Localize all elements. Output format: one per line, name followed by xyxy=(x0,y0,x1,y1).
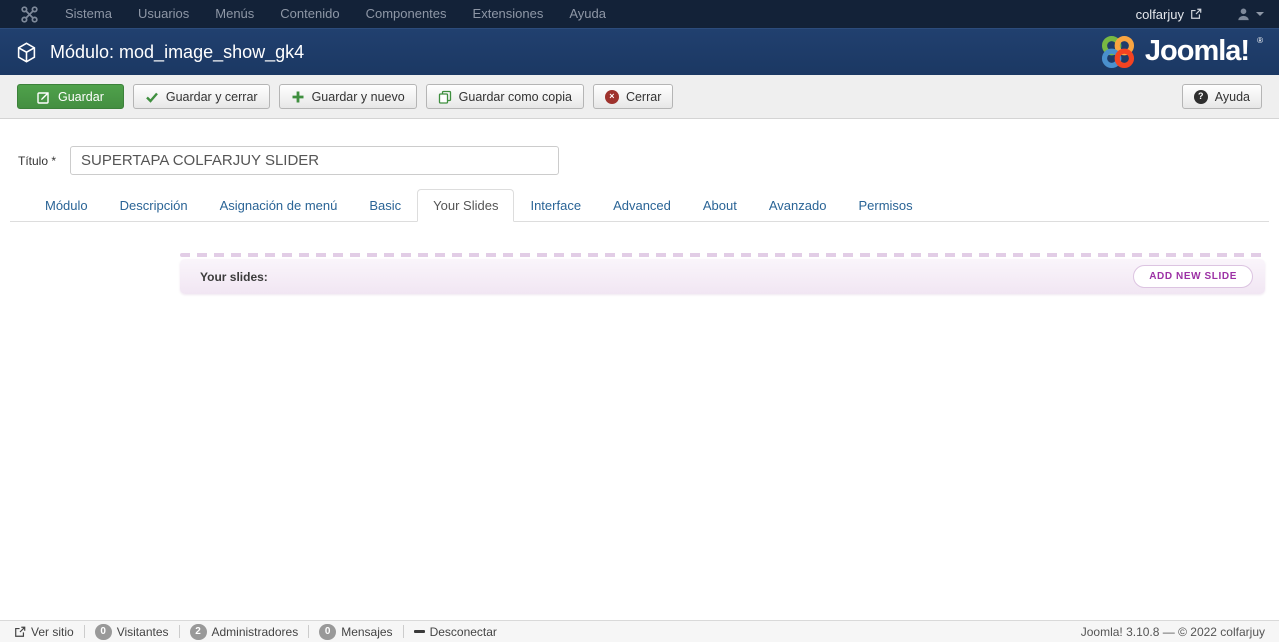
menu-item-componentes[interactable]: Componentes xyxy=(353,0,460,28)
logout-label: Desconectar xyxy=(429,624,497,639)
tab-permisos[interactable]: Permisos xyxy=(842,189,928,222)
tab-modulo[interactable]: Módulo xyxy=(29,189,104,222)
menu-item-menus[interactable]: Menús xyxy=(202,0,267,28)
joomla-mark-icon[interactable] xyxy=(21,5,38,23)
title-input[interactable] xyxy=(70,146,559,175)
save-close-button[interactable]: Guardar y cerrar xyxy=(132,84,270,109)
module-cube-icon xyxy=(17,41,36,63)
power-off-icon xyxy=(413,630,425,633)
slides-container: Your slides: ADD NEW SLIDE xyxy=(180,253,1265,294)
visitors-status: 0 Visitantes xyxy=(94,623,169,640)
admin-top-navbar: Sistema Usuarios Menús Contenido Compone… xyxy=(0,0,1279,28)
view-site-link[interactable]: colfarjuy xyxy=(1136,7,1202,22)
admins-label: Administradores xyxy=(211,624,299,639)
save-new-button-label: Guardar y nuevo xyxy=(311,89,405,104)
slides-panel-title: Your slides: xyxy=(200,269,268,284)
save-button[interactable]: Guardar xyxy=(17,84,124,109)
messages-label: Mensajes xyxy=(341,624,393,639)
slides-panel-header: Your slides: ADD NEW SLIDE xyxy=(180,259,1265,294)
divider xyxy=(83,625,85,638)
external-link-icon xyxy=(15,626,26,637)
view-site-footer-link[interactable]: Ver sitio xyxy=(14,625,74,639)
external-link-icon xyxy=(1191,8,1202,19)
admins-count-badge: 2 xyxy=(189,623,207,640)
add-new-slide-button[interactable]: ADD NEW SLIDE xyxy=(1133,265,1253,288)
joomla-logo-icon xyxy=(1101,35,1134,69)
version-copyright: Joomla! 3.10.8 — © 2022 colfarjuy xyxy=(1080,624,1265,639)
title-field-row: Título * xyxy=(0,119,1279,175)
tab-descripcion[interactable]: Descripción xyxy=(104,189,204,222)
close-circle-icon: × xyxy=(604,89,619,104)
tab-your-slides[interactable]: Your Slides xyxy=(417,189,515,222)
tab-advanced[interactable]: Advanced xyxy=(597,189,687,222)
messages-status: 0 Mensajes xyxy=(319,623,393,640)
check-icon xyxy=(146,92,158,103)
close-button[interactable]: × Cerrar xyxy=(592,84,674,109)
top-menu: Sistema Usuarios Menús Contenido Compone… xyxy=(52,0,619,28)
site-name-label: colfarjuy xyxy=(1135,6,1184,22)
joomla-logo-text: Joomla! xyxy=(1144,35,1250,67)
help-button-label: Ayuda xyxy=(1214,89,1250,104)
joomla-logo: Joomla! ® xyxy=(1099,33,1263,71)
dashed-drop-border xyxy=(180,253,1265,257)
title-label: Título * xyxy=(18,153,57,168)
main-content: Título * Módulo Descripción Asignación d… xyxy=(0,119,1279,294)
page-header: Módulo: mod_image_show_gk4 Joomla! ® xyxy=(0,28,1279,75)
view-site-label: Ver sitio xyxy=(31,624,74,639)
edit-icon xyxy=(37,91,49,104)
user-menu[interactable] xyxy=(1236,7,1264,22)
divider xyxy=(308,625,310,638)
admins-status: 2 Administradores xyxy=(189,623,299,640)
tab-about[interactable]: About xyxy=(687,189,753,222)
messages-count-badge: 0 xyxy=(319,623,337,640)
user-icon xyxy=(1238,8,1249,20)
visitors-label: Visitantes xyxy=(116,624,169,639)
menu-item-sistema[interactable]: Sistema xyxy=(52,0,125,28)
logout-link[interactable]: Desconectar xyxy=(413,624,497,639)
menu-item-ayuda[interactable]: Ayuda xyxy=(556,0,619,28)
tab-basic[interactable]: Basic xyxy=(353,189,417,222)
divider xyxy=(402,625,404,638)
menu-item-extensiones[interactable]: Extensiones xyxy=(460,0,557,28)
tab-asignacion-de-menu[interactable]: Asignación de menú xyxy=(204,189,354,222)
tab-bar: Módulo Descripción Asignación de menú Ba… xyxy=(10,189,1269,222)
registered-mark: ® xyxy=(1257,36,1263,45)
copy-icon xyxy=(438,90,451,104)
save-new-button[interactable]: Guardar y nuevo xyxy=(278,84,417,109)
page-title: Módulo: mod_image_show_gk4 xyxy=(50,41,305,62)
tab-avanzado[interactable]: Avanzado xyxy=(753,189,843,222)
visitors-count-badge: 0 xyxy=(94,623,112,640)
status-bar: Ver sitio 0 Visitantes 2 Administradores… xyxy=(0,620,1279,642)
caret-down-icon xyxy=(1256,12,1264,16)
tab-interface[interactable]: Interface xyxy=(514,189,597,222)
plus-icon xyxy=(292,91,304,102)
save-copy-button-label: Guardar como copia xyxy=(458,89,572,104)
save-close-button-label: Guardar y cerrar xyxy=(165,89,258,104)
help-circle-icon: ? xyxy=(1193,89,1208,104)
save-copy-button[interactable]: Guardar como copia xyxy=(425,84,584,109)
close-button-label: Cerrar xyxy=(625,89,662,104)
divider xyxy=(178,625,180,638)
toolbar: Guardar Guardar y cerrar Guardar y nuevo… xyxy=(0,75,1279,119)
help-button[interactable]: ? Ayuda xyxy=(1181,84,1262,109)
menu-item-contenido[interactable]: Contenido xyxy=(267,0,352,28)
menu-item-usuarios[interactable]: Usuarios xyxy=(125,0,202,28)
save-button-label: Guardar xyxy=(58,89,104,104)
